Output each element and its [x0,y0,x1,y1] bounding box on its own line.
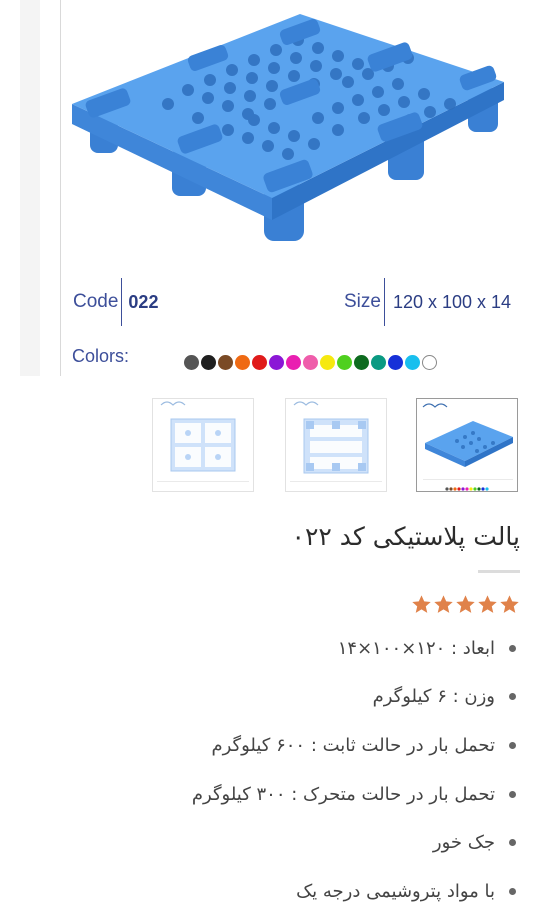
thumbnail-perspective-view[interactable] [416,398,518,492]
feature-text: تحمل بار در حالت ثابت : ۶۰۰ کیلوگرم [211,734,495,756]
colors-label: Colors: [72,346,130,366]
color-swatches [184,355,437,370]
feature-list: ابعاد : ۱۲۰×۱۰۰×۱۴ وزن : ۶ کیلوگرم تحمل با… [20,624,520,916]
color-swatch [235,355,250,370]
pallet-illustration [72,14,504,241]
color-swatch [303,355,318,370]
code-label: Code [73,291,119,312]
color-swatch [201,355,216,370]
title-divider [478,570,520,573]
color-swatch [269,355,284,370]
star-rating [411,594,520,615]
color-swatch [405,355,420,370]
feature-text: تحمل بار در حالت متحرک : ۳۰۰ کیلوگرم [191,783,495,805]
color-swatch [286,355,301,370]
feature-text: ابعاد : ۱۲۰×۱۰۰×۱۴ [337,637,495,659]
star-icon [478,595,497,613]
pallet-top-view-icon [157,401,249,482]
bullet-icon [509,887,516,895]
main-product-image[interactable]: Code 022 Size 120 x 100 x 14 Colors: [20,0,520,376]
pallet-bottom-view-icon [290,401,382,482]
feature-text: وزن : ۶ کیلوگرم [372,686,495,708]
star-icon [456,595,475,613]
bullet-icon [509,741,516,749]
size-value: 120 x 100 x 14 [392,291,512,312]
feature-item: تحمل بار در حالت ثابت : ۶۰۰ کیلوگرم [20,721,520,770]
thumbnail-top-view[interactable] [152,398,254,492]
color-swatch [184,355,199,370]
color-swatch [337,355,352,370]
color-swatch [388,355,403,370]
star-icon [500,595,519,613]
bullet-icon [509,693,516,701]
size-label: Size [344,291,381,312]
size-separator [383,278,385,326]
image-frame-line [60,0,61,376]
feature-item: ابعاد : ۱۲۰×۱۰۰×۱۴ [20,624,520,673]
thumbnail-bottom-view[interactable] [285,398,387,492]
product-title: پالت پلاستیکی کد ۰۲۲ [291,521,520,551]
product-code: Code 022 [73,278,158,326]
star-icon [412,595,431,613]
color-swatch [354,355,369,370]
star-icon [434,595,453,613]
color-swatch [252,355,267,370]
color-swatch [422,355,437,370]
feature-text: با مواد پتروشیمی درجه یک [296,880,495,902]
color-swatch [218,355,233,370]
color-swatch [320,355,335,370]
bullet-icon [509,644,516,652]
bullet-icon [509,839,516,847]
feature-item: جک خور [20,818,520,867]
product-size: Size 120 x 100 x 14 [344,278,511,326]
feature-item: تحمل بار در حالت متحرک : ۳۰۰ کیلوگرم [20,770,520,819]
pallet-perspective-icon [422,403,513,491]
feature-item: وزن : ۶ کیلوگرم [20,673,520,722]
feature-item: با مواد پتروشیمی درجه یک [20,867,520,916]
code-separator [121,278,123,326]
code-value: 022 [128,291,159,312]
feature-text: جک خور [432,832,495,854]
bullet-icon [509,790,516,798]
color-swatch [371,355,386,370]
